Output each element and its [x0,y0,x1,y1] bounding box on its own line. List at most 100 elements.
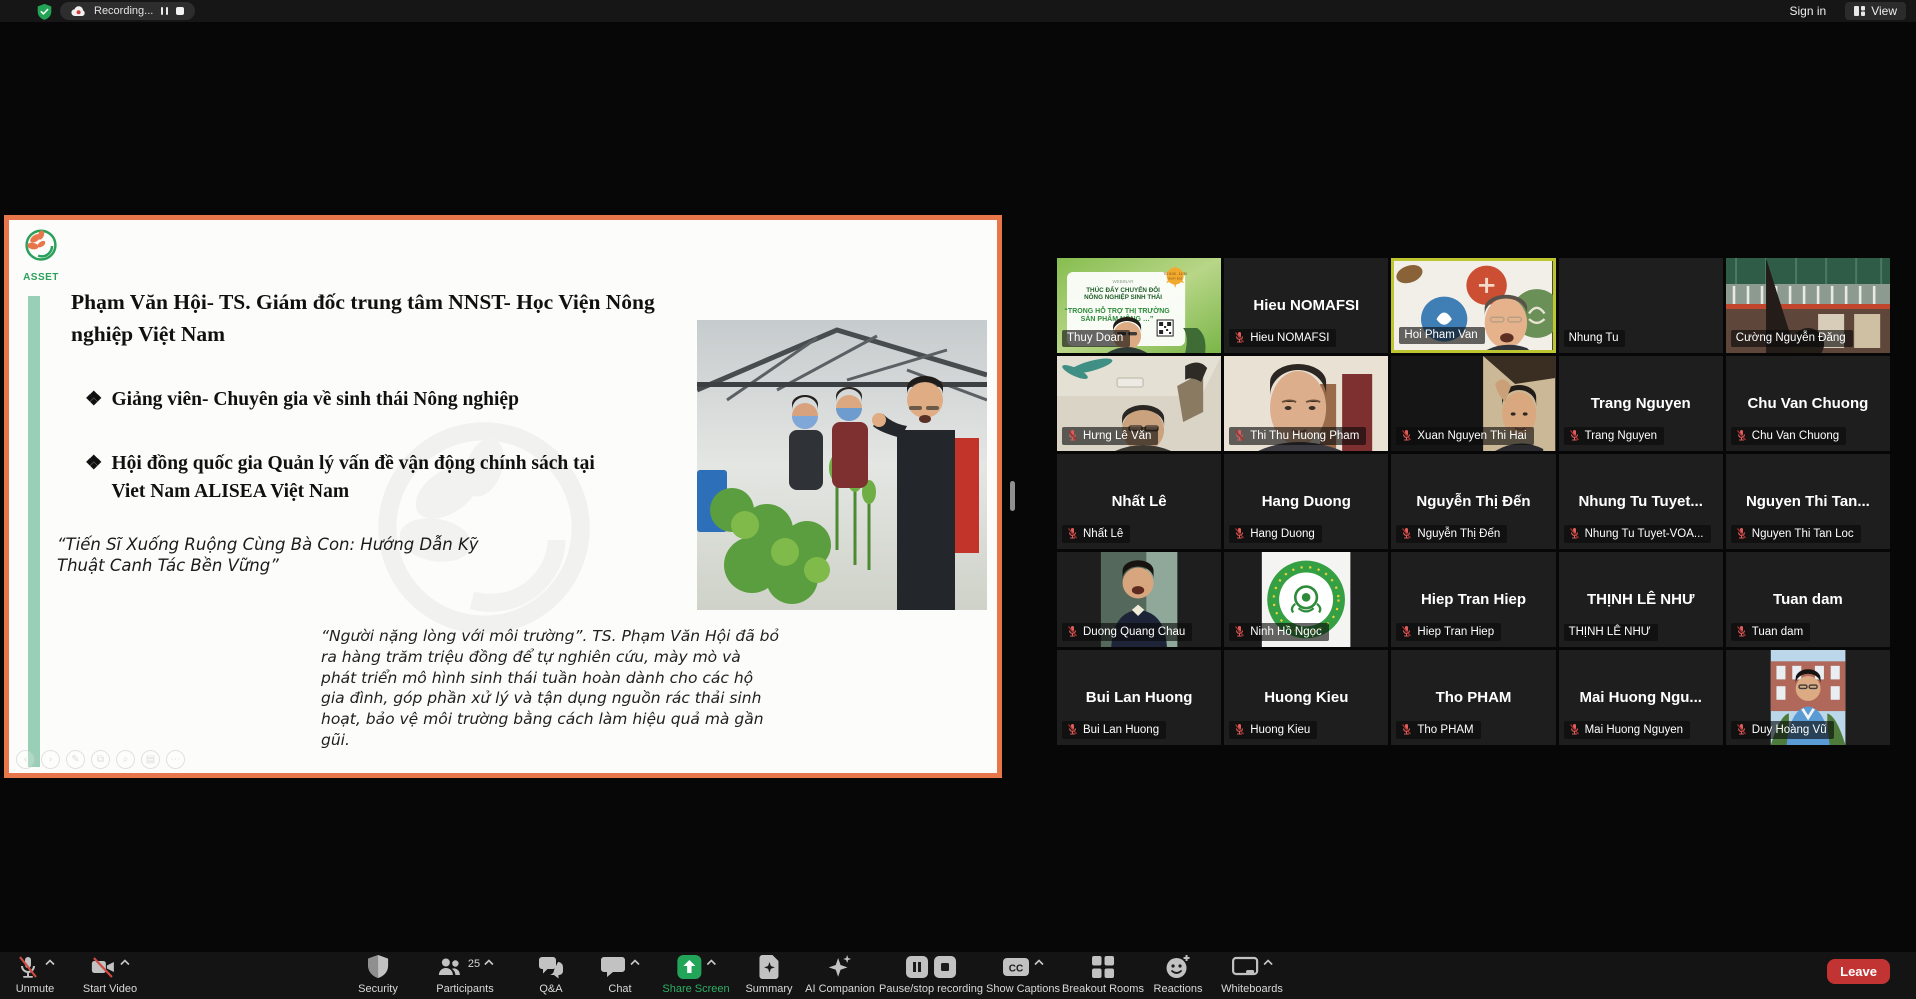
toolbar-summary-button[interactable]: Summary [745,956,792,995]
participant-name-label: Xuan Nguyen Thi Hai [1396,427,1533,445]
participant-tile-18[interactable]: Hiep Tran HiepHiep Tran Hiep [1391,552,1555,647]
participant-name-label: Thuy Doan [1062,330,1130,347]
participant-tile-6[interactable]: Hưng Lê Văn [1057,356,1221,451]
slide-bullet-1-text: Giảng viên- Chuyên gia về sinh thái Nông… [111,386,518,414]
participant-name-label: Huong Kieu [1229,721,1317,739]
participant-tile-25[interactable]: Duy Hoàng Vũ [1726,650,1890,745]
participant-tile-19[interactable]: THỊNH LÊ NHƯTHỊNH LÊ NHƯ [1559,552,1723,647]
view-button[interactable]: View [1845,2,1906,20]
panel-resize-handle[interactable] [1010,481,1015,511]
svg-text:NGÀY 8/10: NGÀY 8/10 [1168,277,1183,281]
participant-tile-11[interactable]: Nhất LêNhất Lê [1057,454,1221,549]
sign-in-button[interactable]: Sign in [1781,2,1836,20]
slide-title: Phạm Văn Hội- TS. Giám đốc trung tâm NNS… [71,286,681,351]
toolbar-whiteboards-button[interactable]: Whiteboards [1221,956,1283,995]
stop-recording-button[interactable] [176,7,184,15]
participant-tile-13[interactable]: Nguyễn Thị ĐếnNguyễn Thị Đến [1391,454,1555,549]
slide-prev-icon: ‹ [16,750,35,769]
muted-mic-icon [1736,527,1747,540]
participant-tile-10[interactable]: Chu Van ChuongChu Van Chuong [1726,356,1890,451]
share-screen-icon [676,954,702,985]
muted-mic-icon [1067,625,1078,638]
muted-mic-icon [1401,527,1412,540]
slide-notes-icon: ▤ [141,750,160,769]
participant-tile-3[interactable]: Hoi Pham Van [1391,258,1555,353]
svg-text:NÔNG NGHIỆP SINH THÁI: NÔNG NGHIỆP SINH THÁI [1084,292,1162,301]
participant-gallery: WEBINAR THÚC ĐẨY CHUYỂN ĐỔI NÔNG NGHIỆP … [1057,258,1890,745]
participant-name-label: Nhung Tu Tuyet-VOA... [1564,525,1711,543]
slide-layout-icon: ⧉ [91,750,110,769]
participant-tile-15[interactable]: Nguyen Thi Tan...Nguyen Thi Tan Loc [1726,454,1890,549]
participant-name-label: Thi Thu Huong Pham [1229,427,1366,445]
participant-tile-5[interactable]: Cường Nguyễn Đăng [1726,258,1890,353]
participants-count: 25 [468,958,480,970]
svg-text:“TRONG HỖ TRỢ THỊ TRƯỜNG: “TRONG HỖ TRỢ THỊ TRƯỜNG [1064,306,1170,315]
slide-quote-1: “Tiến Sĩ Xuống Ruộng Cùng Bà Con: Hướng … [57,534,497,577]
pause-recording-button[interactable] [161,7,168,15]
slide-bullet-2: ❖ Hội đồng quốc gia Quản lý vấn đề vận đ… [85,450,630,507]
toolbar-breakout-rooms-button[interactable]: Breakout Rooms [1062,956,1144,995]
participant-tile-22[interactable]: Huong KieuHuong Kieu [1224,650,1388,745]
participant-name-label: Nhung Tu [1564,330,1626,347]
muted-mic-icon [1569,723,1580,736]
participant-tile-16[interactable]: Duong Quang Chau [1057,552,1221,647]
security-icon [366,954,390,985]
participant-tile-20[interactable]: Tuan damTuan dam [1726,552,1890,647]
svg-text:WEBINAR: WEBINAR [1113,279,1135,284]
summary-icon [757,954,781,985]
toolbar-reactions-button[interactable]: Reactions [1154,956,1203,995]
participant-tile-9[interactable]: Trang NguyenTrang Nguyen [1559,356,1723,451]
muted-mic-icon [1401,429,1412,442]
participant-tile-12[interactable]: Hang DuongHang Duong [1224,454,1388,549]
chevron-up-icon[interactable] [120,959,130,966]
unmute-icon [15,954,41,985]
participant-name-label: Mai Huong Nguyen [1564,721,1690,739]
participant-name-label: Hoi Pham Van [1399,327,1484,344]
participant-name-label: Nguyen Thi Tan Loc [1731,525,1861,543]
muted-mic-icon [1736,625,1747,638]
chevron-up-icon[interactable] [630,959,640,966]
toolbar-participants-button[interactable]: 25Participants [436,956,494,995]
chevron-up-icon[interactable] [1034,959,1044,966]
muted-mic-icon [1234,723,1245,736]
toolbar-security-button[interactable]: Security [358,956,398,995]
svg-text:CC: CC [1009,964,1023,975]
toolbar-pause-stop-recording-button[interactable]: Pause/stop recording [879,956,983,995]
encryption-shield-icon[interactable] [36,3,53,20]
toolbar-start-video-button[interactable]: Start Video [83,956,137,995]
chevron-up-icon[interactable] [1263,959,1273,966]
participant-tile-23[interactable]: Tho PHAMTho PHAM [1391,650,1555,745]
participant-tile-7[interactable]: Thi Thu Huong Pham [1224,356,1388,451]
whiteboards-icon [1231,954,1259,985]
svg-text:TỪ 8:00 - 11:30: TỪ 8:00 - 11:30 [1163,271,1187,276]
muted-mic-icon [1401,625,1412,638]
leave-button[interactable]: Leave [1827,959,1890,984]
meeting-toolbar: Unmute Start Video Security 25Participants Q… [0,952,1916,999]
svg-text:THÚC ĐẨY CHUYỂN ĐỔI: THÚC ĐẨY CHUYỂN ĐỔI [1086,285,1160,294]
slide-photo-greenhouse [697,320,987,610]
participant-tile-24[interactable]: Mai Huong Ngu...Mai Huong Nguyen [1559,650,1723,745]
participant-tile-21[interactable]: Bui Lan HuongBui Lan Huong [1057,650,1221,745]
start-video-icon [90,954,116,985]
toolbar-unmute-button[interactable]: Unmute [15,956,55,995]
chevron-up-icon[interactable] [484,959,494,966]
participant-tile-2[interactable]: Hieu NOMAFSIHieu NOMAFSI [1224,258,1388,353]
toolbar-chat-button[interactable]: Chat [600,956,640,995]
chevron-up-icon[interactable] [45,959,55,966]
muted-mic-icon [1736,429,1747,442]
participant-tile-8[interactable]: Xuan Nguyen Thi Hai [1391,356,1555,451]
toolbar-qa-button[interactable]: Q&A [537,956,565,995]
participant-tile-1[interactable]: WEBINAR THÚC ĐẨY CHUYỂN ĐỔI NÔNG NGHIỆP … [1057,258,1221,353]
slide-bullet-1: ❖ Giảng viên- Chuyên gia về sinh thái Nô… [85,386,645,414]
toolbar-ai-companion-button[interactable]: AI Companion [805,956,875,995]
toolbar-share-screen-button[interactable]: Share Screen [662,956,729,995]
participant-name-label: Hieu NOMAFSI [1229,329,1336,347]
participant-tile-14[interactable]: Nhung Tu Tuyet...Nhung Tu Tuyet-VOA... [1559,454,1723,549]
ai-companion-icon [827,954,854,985]
muted-mic-icon [1234,331,1245,344]
participant-tile-17[interactable]: Ninh Hồ Ngọc [1224,552,1388,647]
participant-tile-4[interactable]: Nhung Tu [1559,258,1723,353]
muted-mic-icon [1569,527,1580,540]
toolbar-show-captions-button[interactable]: CCShow Captions [986,956,1060,995]
chevron-up-icon[interactable] [706,959,716,966]
